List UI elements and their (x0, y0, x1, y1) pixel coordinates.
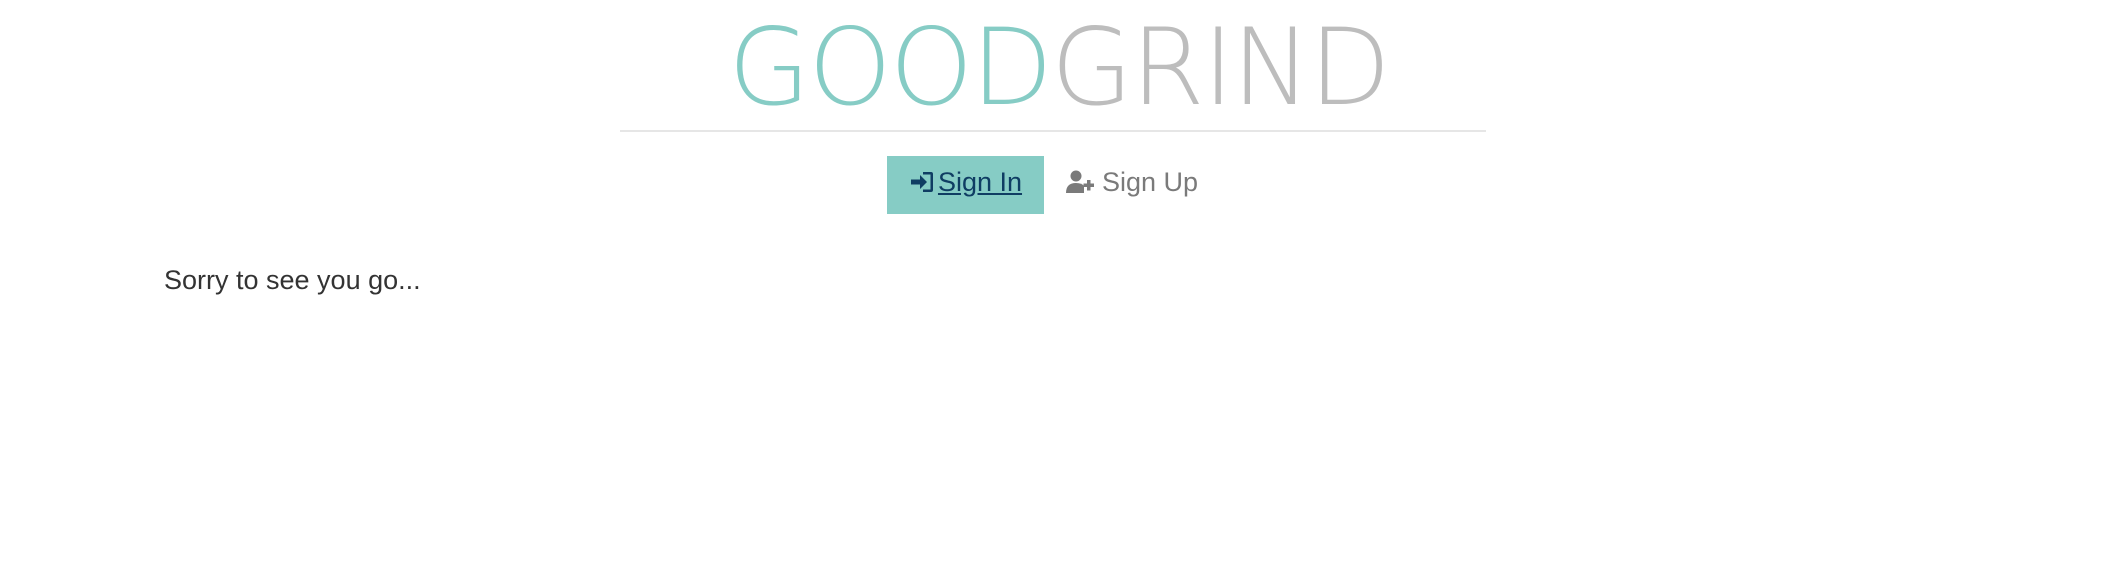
site-logo[interactable]: GOODGRIND (0, 8, 2117, 128)
header-divider (620, 130, 1486, 132)
sign-in-label: Sign In (937, 167, 1023, 197)
sign-in-icon (910, 172, 933, 192)
sign-in-link[interactable]: Sign In (887, 156, 1044, 214)
goodbye-message: Sorry to see you go... (164, 265, 421, 295)
sign-up-label: Sign Up (1102, 167, 1199, 197)
logo-text-good: GOOD (728, 6, 1053, 129)
auth-nav: Sign In Sign Up (0, 156, 2117, 214)
user-plus-icon (1066, 170, 1094, 193)
sign-up-link[interactable]: Sign Up (1066, 156, 1216, 214)
logo-text-grind: GRIND (1050, 6, 1391, 129)
